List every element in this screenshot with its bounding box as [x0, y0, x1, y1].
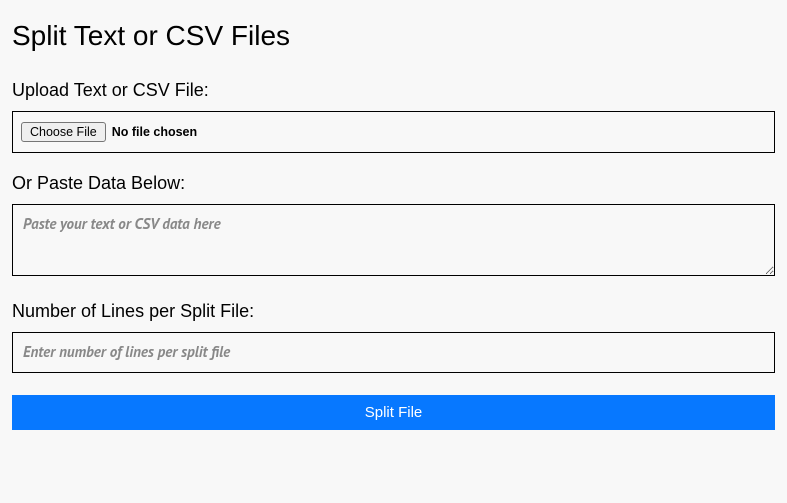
paste-label: Or Paste Data Below:: [12, 173, 775, 194]
file-upload-box: Choose File No file chosen: [12, 111, 775, 153]
file-status-text: No file chosen: [112, 125, 197, 139]
split-file-button[interactable]: Split File: [12, 395, 775, 430]
paste-data-textarea[interactable]: [12, 204, 775, 276]
upload-label: Upload Text or CSV File:: [12, 80, 775, 101]
choose-file-button[interactable]: Choose File: [21, 122, 106, 142]
lines-label: Number of Lines per Split File:: [12, 301, 775, 322]
lines-per-file-input[interactable]: [12, 332, 775, 373]
page-title: Split Text or CSV Files: [12, 20, 775, 52]
